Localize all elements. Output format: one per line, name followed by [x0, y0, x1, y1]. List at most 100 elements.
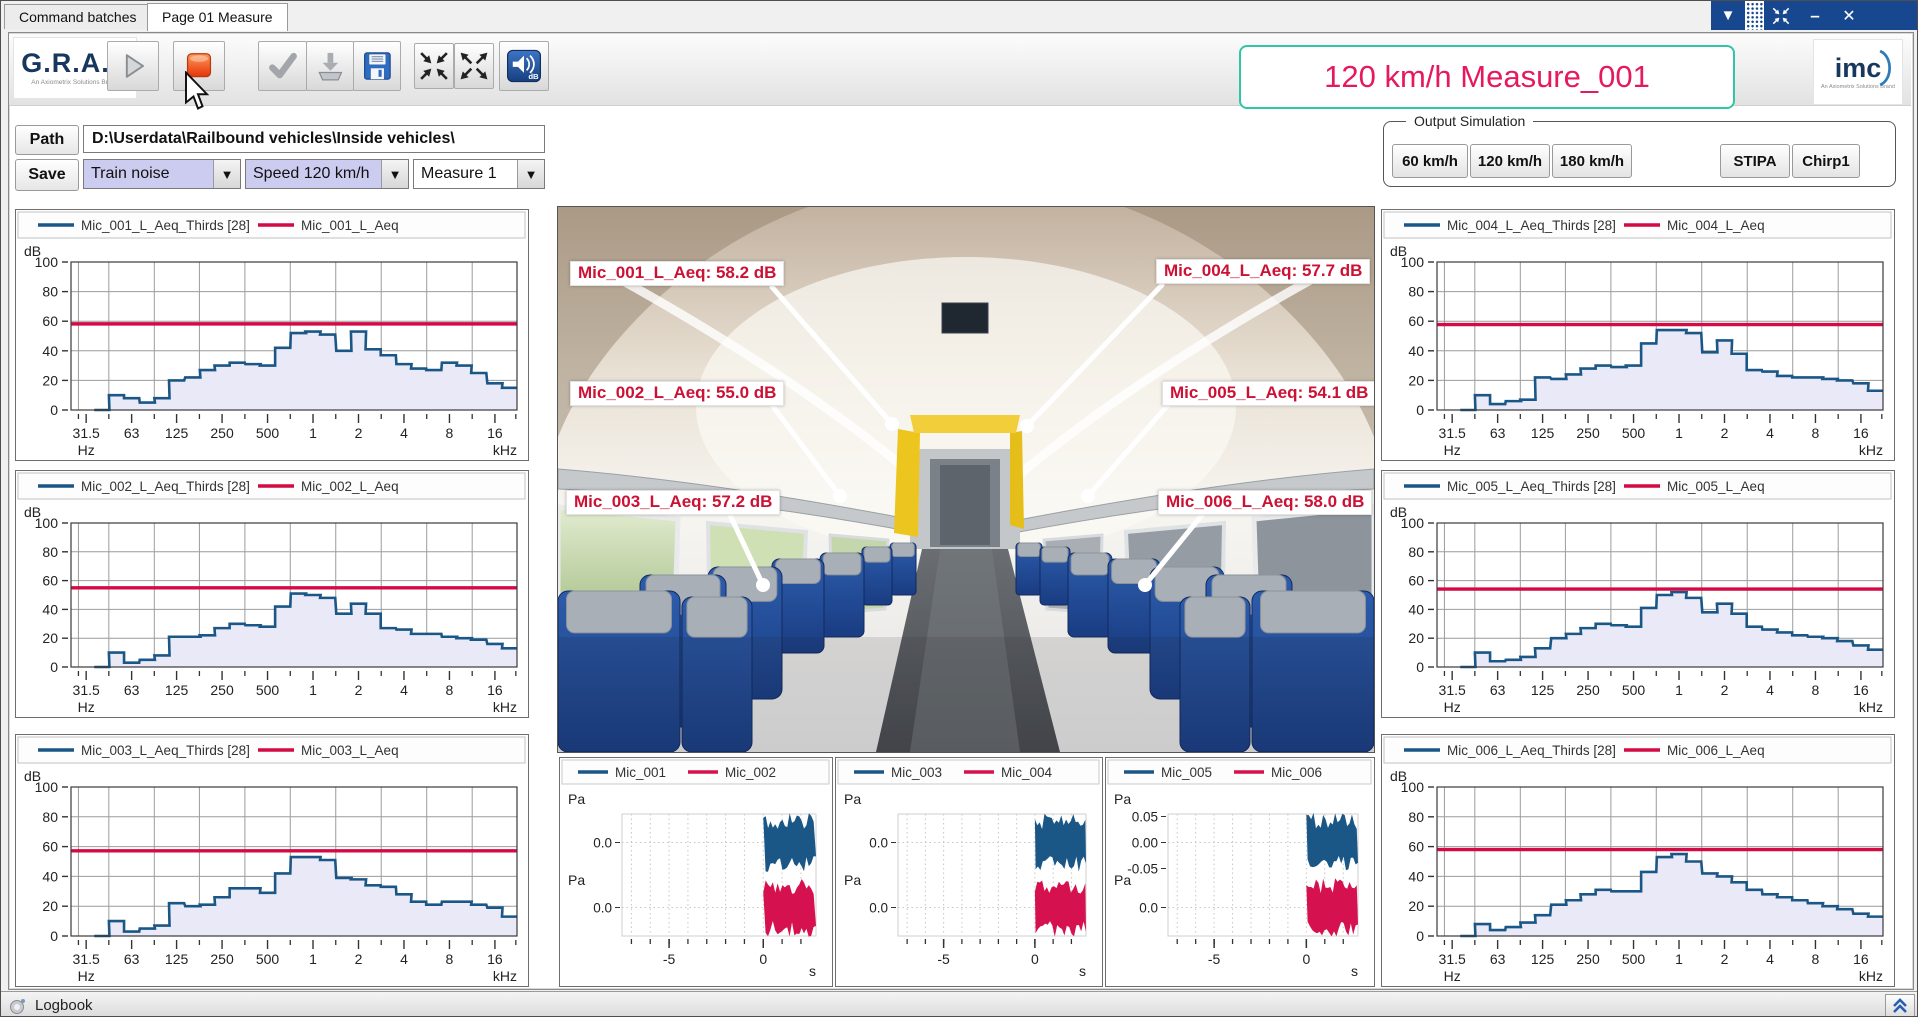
svg-text:80: 80 [42, 809, 58, 825]
svg-text:500: 500 [1622, 682, 1646, 698]
path-input[interactable]: D:\Userdata\Railbound vehicles\Inside ve… [83, 125, 545, 153]
checkmark-icon [265, 48, 301, 84]
chevron-down-icon[interactable]: ▼ [381, 160, 408, 188]
logbook-label: Logbook [35, 997, 93, 1014]
scope-chart: Mic_001Mic_002PaPa0.00.0-50s [560, 758, 832, 986]
chevron-down-icon[interactable]: ▼ [517, 160, 544, 188]
dropdown-signal-type-value: Train noise [84, 165, 213, 183]
svg-text:Mic_004_L_Aeq: Mic_004_L_Aeq [1667, 218, 1765, 233]
collapse-window-icon[interactable] [1764, 1, 1798, 30]
thirds-chart: Mic_006_L_Aeq_Thirds [28]Mic_006_L_AeqdB… [1382, 735, 1894, 986]
svg-text:Mic_002: Mic_002 [725, 765, 776, 780]
sim-button-stipa[interactable]: STIPA [1720, 144, 1790, 178]
menu-down-icon[interactable]: ▼ [1711, 1, 1745, 30]
svg-text:Hz: Hz [78, 968, 95, 984]
svg-text:60: 60 [1408, 839, 1424, 855]
svg-text:0.00: 0.00 [1132, 836, 1158, 851]
thirds-chart: Mic_001_L_Aeq_Thirds [28]Mic_001_L_AeqdB… [16, 210, 528, 460]
sim-button-120kmh[interactable]: 120 km/h [1470, 144, 1550, 178]
svg-text:100: 100 [1401, 779, 1425, 795]
svg-text:31.5: 31.5 [1439, 682, 1466, 698]
svg-text:40: 40 [42, 601, 58, 617]
svg-text:250: 250 [210, 425, 234, 441]
close-icon[interactable]: ✕ [1832, 1, 1866, 30]
svg-text:63: 63 [1490, 951, 1506, 967]
measurement-title: 120 km/h Measure_001 [1324, 59, 1650, 95]
svg-text:Hz: Hz [78, 442, 95, 458]
mic1-thirds-chart-panel: Mic_001_L_Aeq_Thirds [28]Mic_001_L_AeqdB… [15, 209, 529, 461]
dropdown-measure-value: Measure 1 [414, 165, 517, 183]
toolbar-buttons: dB [1, 37, 661, 95]
svg-text:20: 20 [1408, 372, 1424, 388]
mic5-thirds-chart-panel: Mic_005_L_Aeq_Thirds [28]Mic_005_L_AeqdB… [1381, 470, 1895, 718]
measurement-controls: Path D:\Userdata\Railbound vehicles\Insi… [11, 121, 551, 197]
drag-dots-handle[interactable] [1745, 1, 1764, 30]
svg-text:1: 1 [309, 425, 317, 441]
svg-text:0.0: 0.0 [869, 901, 888, 916]
application-window: Command batches Page 01 Measure ▼ – ✕ G.… [0, 0, 1918, 1017]
expand-curves-button[interactable] [454, 43, 494, 89]
svg-text:kHz: kHz [493, 442, 517, 458]
svg-text:2: 2 [1721, 951, 1729, 967]
dropdown-speed[interactable]: Speed 120 km/h ▼ [245, 159, 409, 189]
tab-command-batches[interactable]: Command batches [4, 4, 152, 29]
svg-text:0: 0 [1302, 951, 1310, 967]
minimize-icon[interactable]: – [1798, 1, 1832, 30]
collapse-curves-button[interactable] [414, 43, 454, 89]
sim-button-180kmh[interactable]: 180 km/h [1552, 144, 1632, 178]
train-interior-photo: Mic_001_L_Aeq: 58.2 dBMic_004_L_Aeq: 57.… [557, 206, 1375, 753]
mic6-thirds-chart-panel: Mic_006_L_Aeq_Thirds [28]Mic_006_L_AeqdB… [1381, 734, 1895, 987]
svg-text:0: 0 [759, 951, 767, 967]
export-button[interactable] [306, 41, 354, 91]
svg-text:Mic_002_L_Aeq_Thirds [28]: Mic_002_L_Aeq_Thirds [28] [81, 479, 250, 494]
svg-text:31.5: 31.5 [73, 425, 100, 441]
svg-text:500: 500 [1622, 425, 1646, 441]
svg-text:16: 16 [487, 425, 503, 441]
floppy-disk-icon [360, 49, 394, 83]
svg-text:Mic_004: Mic_004 [1001, 765, 1053, 780]
window-title-bar: ▼ – ✕ [1711, 1, 1917, 30]
svg-text:1: 1 [309, 951, 317, 967]
svg-text:100: 100 [35, 779, 59, 795]
scope-mic3-mic4-panel: Mic_003Mic_004PaPa0.00.0-50s [835, 757, 1103, 987]
svg-text:0.0: 0.0 [869, 836, 888, 851]
svg-text:20: 20 [1408, 898, 1424, 914]
output-level-button[interactable]: dB [499, 41, 549, 91]
status-bar[interactable]: Logbook [1, 991, 1918, 1017]
svg-text:40: 40 [1408, 601, 1424, 617]
svg-text:0.0: 0.0 [593, 836, 612, 851]
expand-up-button[interactable] [1885, 994, 1915, 1017]
path-button[interactable]: Path [15, 125, 79, 155]
svg-text:40: 40 [1408, 343, 1424, 359]
tab-page-01-measure[interactable]: Page 01 Measure [147, 3, 288, 31]
svg-text:s: s [1079, 963, 1086, 979]
save-button[interactable]: Save [15, 159, 79, 191]
sim-button-60kmh[interactable]: 60 km/h [1392, 144, 1468, 178]
svg-text:Mic_002_L_Aeq: Mic_002_L_Aeq [301, 479, 399, 494]
play-button[interactable] [107, 41, 159, 91]
svg-text:100: 100 [1401, 254, 1425, 270]
sim-button-chirp1[interactable]: Chirp1 [1792, 144, 1860, 178]
svg-text:500: 500 [256, 682, 280, 698]
save-file-button[interactable] [353, 41, 401, 91]
svg-text:31.5: 31.5 [1439, 425, 1466, 441]
svg-text:0.05: 0.05 [1132, 810, 1158, 825]
dropdown-signal-type[interactable]: Train noise ▼ [83, 159, 241, 189]
dropdown-measure[interactable]: Measure 1 ▼ [413, 159, 545, 189]
svg-text:kHz: kHz [1859, 968, 1883, 984]
svg-text:40: 40 [42, 868, 58, 884]
chevron-down-icon[interactable]: ▼ [213, 160, 240, 188]
svg-text:0: 0 [1416, 402, 1424, 418]
svg-text:40: 40 [1408, 868, 1424, 884]
mic2-thirds-chart-panel: Mic_002_L_Aeq_Thirds [28]Mic_002_L_AeqdB… [15, 470, 529, 718]
accept-button[interactable] [258, 41, 307, 91]
svg-text:8: 8 [1812, 425, 1820, 441]
imc-logo-text: imc [1835, 53, 1882, 83]
svg-text:kHz: kHz [1859, 442, 1883, 458]
svg-text:1: 1 [1675, 425, 1683, 441]
thirds-chart: Mic_002_L_Aeq_Thirds [28]Mic_002_L_AeqdB… [16, 471, 528, 717]
svg-text:2: 2 [355, 425, 363, 441]
output-simulation-group: Output Simulation 60 km/h 120 km/h 180 k… [1383, 121, 1896, 187]
svg-text:Mic_005_L_Aeq_Thirds [28]: Mic_005_L_Aeq_Thirds [28] [1447, 479, 1616, 494]
svg-text:0.0: 0.0 [1139, 901, 1158, 916]
